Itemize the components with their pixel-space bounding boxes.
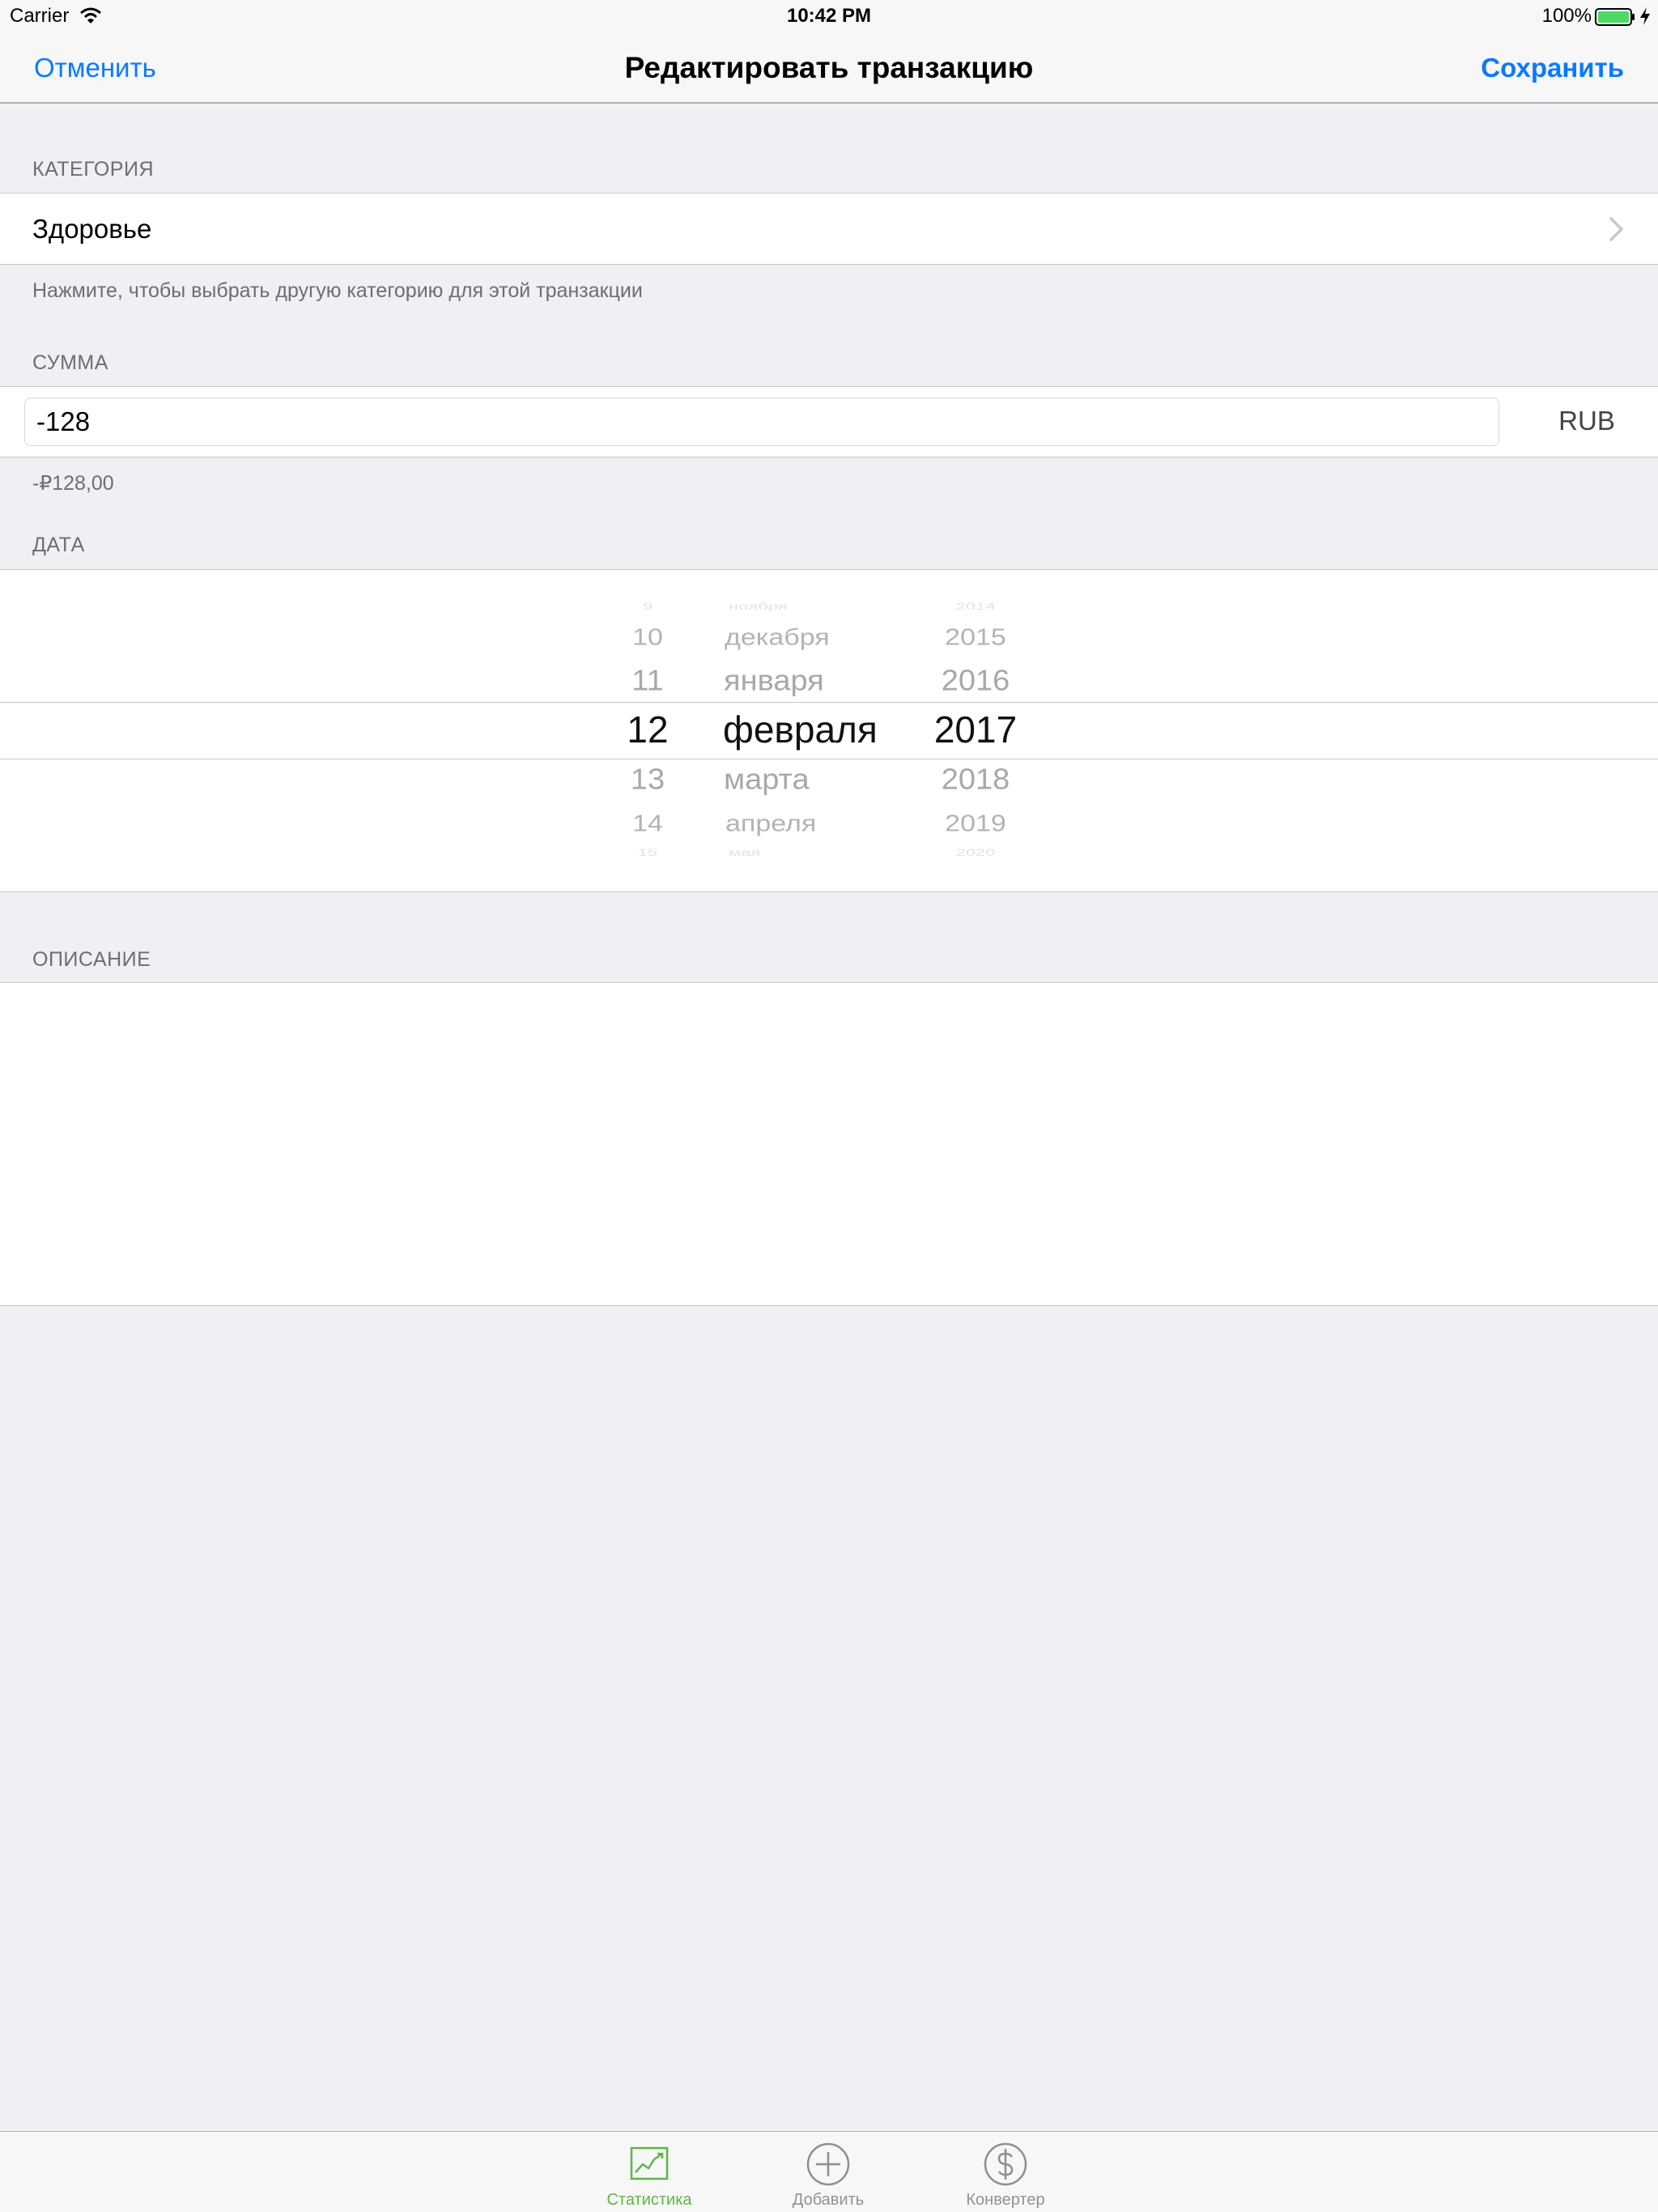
navigation-bar: Отменить Редактировать транзакцию Сохран… (0, 32, 1658, 104)
category-value: Здоровье (32, 214, 152, 244)
picker-day-option[interactable]: 15 (567, 848, 729, 857)
category-section-footer: Нажмите, чтобы выбрать другую категорию … (32, 279, 643, 302)
tab-converter[interactable]: Конвертер (933, 2132, 1078, 2212)
battery-icon (1595, 8, 1635, 26)
picker-year-option[interactable]: 2015 (915, 626, 1036, 649)
currency-button[interactable]: RUB (1530, 405, 1643, 437)
chevron-right-icon (1609, 217, 1623, 241)
plus-circle-icon (806, 2142, 850, 2186)
tab-label: Добавить (792, 2191, 865, 2209)
picker-year-option[interactable]: 2018 (915, 765, 1036, 794)
category-section-header: КАТЕГОРИЯ (32, 158, 155, 181)
amount-section-header: СУММА (32, 351, 108, 374)
description-input[interactable] (0, 983, 1658, 1305)
picker-day-selected[interactable]: 12 (567, 711, 729, 748)
picker-day-option[interactable]: 11 (567, 666, 729, 696)
picker-year-option[interactable]: 2016 (915, 666, 1036, 696)
tab-add[interactable]: Добавить (755, 2132, 901, 2212)
picker-selection-top-line (0, 702, 1658, 703)
page-title: Редактировать транзакцию (624, 51, 1034, 84)
description-area (0, 982, 1658, 1306)
amount-input[interactable] (24, 398, 1499, 446)
tab-bar: Статистика Добавить Конвертер (0, 2131, 1658, 2212)
description-section-header: ОПИСАНИЕ (32, 948, 151, 971)
save-button[interactable]: Сохранить (1481, 52, 1624, 84)
charging-bolt-icon (1640, 7, 1650, 25)
amount-formatted-label: -₽128,00 (32, 472, 114, 495)
status-bar: Carrier 10:42 PM 100% (0, 0, 1658, 32)
date-section-header: ДАТА (32, 534, 85, 556)
category-cell[interactable]: Здоровье (0, 193, 1658, 265)
chart-icon (630, 2146, 669, 2180)
picker-day-option[interactable]: 13 (567, 765, 729, 794)
picker-day-option[interactable]: 10 (567, 626, 729, 649)
picker-year-option[interactable]: 2020 (915, 848, 1036, 857)
date-picker[interactable]: 9 10 11 12 13 14 15 ноября декабря январ… (0, 569, 1658, 892)
picker-day-option[interactable]: 14 (567, 812, 729, 836)
picker-year-option[interactable]: 2014 (915, 602, 1036, 611)
battery-percent: 100% (1541, 5, 1592, 27)
picker-year-option[interactable]: 2019 (915, 812, 1036, 836)
tab-statistics[interactable]: Статистика (576, 2132, 722, 2212)
dollar-circle-icon (984, 2142, 1027, 2186)
picker-year-selected[interactable]: 2017 (915, 711, 1036, 748)
picker-day-option[interactable]: 9 (567, 602, 729, 611)
amount-cell: RUB (0, 386, 1658, 457)
tab-label: Конвертер (966, 2191, 1045, 2209)
status-time: 10:42 PM (786, 5, 872, 27)
tab-label: Статистика (606, 2191, 692, 2209)
